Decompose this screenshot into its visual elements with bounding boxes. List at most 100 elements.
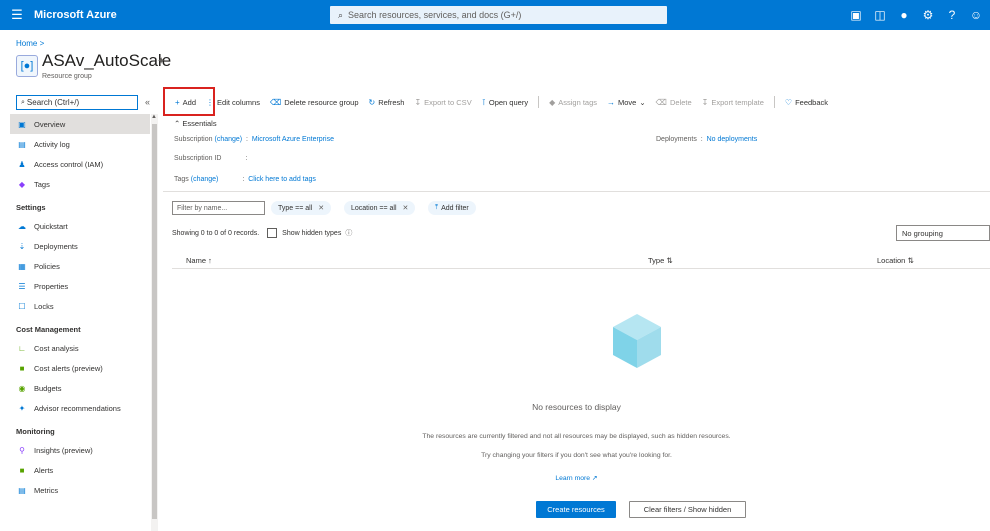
sidebar-header-monitoring: Monitoring	[16, 427, 55, 436]
column-header-type[interactable]: Type ⇅	[648, 252, 673, 268]
subscription-id-row: Subscription ID :	[174, 155, 248, 162]
essentials-toggle[interactable]: ⌃ Essentials	[174, 119, 217, 128]
sidebar-item-iam[interactable]: ♟ Access control (IAM)	[10, 154, 150, 174]
edit-columns-button[interactable]: ⋮ Edit columns	[206, 98, 260, 107]
sidebar-item-insights[interactable]: ⚲ Insights (preview)	[10, 440, 150, 460]
search-icon: ⌕	[21, 98, 25, 106]
sidebar-item-cost-alerts[interactable]: ■ Cost alerts (preview)	[10, 358, 150, 378]
lock-icon: ☐	[18, 301, 26, 311]
refresh-icon: ↻	[368, 97, 376, 107]
iam-icon: ♟	[18, 159, 26, 169]
feedback-icon[interactable]: ☺	[964, 8, 988, 22]
location-filter-pill[interactable]: Location == all ✕	[344, 201, 416, 215]
column-header-location[interactable]: Location ⇅	[877, 252, 914, 268]
move-button[interactable]: → Move ⌄	[607, 98, 646, 107]
sidebar-item-tags[interactable]: ◆ Tags	[10, 174, 150, 194]
hamburger-icon[interactable]: ☰	[0, 7, 34, 23]
sidebar-item-policies[interactable]: ▦ Policies	[10, 256, 150, 276]
plus-icon: +	[175, 97, 180, 107]
records-summary: Showing 0 to 0 of 0 records. Show hidden…	[172, 228, 353, 238]
sidebar-item-overview[interactable]: ▣ Overview	[10, 114, 150, 134]
sidebar-item-advisor[interactable]: ✦ Advisor recommendations	[10, 398, 150, 418]
budgets-icon: ◉	[18, 383, 26, 393]
learn-more-link[interactable]: Learn more	[555, 475, 590, 482]
sidebar-scrollbar-thumb[interactable]	[152, 124, 157, 519]
essentials-divider	[163, 191, 990, 192]
sidebar-item-cost-analysis[interactable]: ∟ Cost analysis	[10, 338, 150, 358]
brand-title[interactable]: Microsoft Azure	[34, 9, 330, 21]
grouping-select[interactable]: No grouping	[896, 225, 990, 241]
show-hidden-checkbox[interactable]	[267, 228, 278, 238]
toolbar-divider	[538, 96, 540, 108]
tags-row: Tags (change) : Click here to add tags	[174, 176, 316, 183]
download-icon: ↧	[701, 97, 709, 107]
empty-line-1: The resources are currently filtered and…	[422, 433, 731, 440]
assign-tags-button[interactable]: ◆ Assign tags	[549, 98, 597, 107]
chevron-up-icon: ⌃	[174, 119, 181, 128]
directory-filter-icon[interactable]: ◫	[868, 8, 892, 22]
filter-by-name-input[interactable]: Filter by name...	[172, 201, 265, 215]
add-filter-button[interactable]: ⤒ Add filter	[428, 201, 476, 215]
settings-icon[interactable]: ⚙	[916, 8, 940, 22]
sidebar-item-activity-log[interactable]: ▤ Activity log	[10, 134, 150, 154]
page-subtitle: Resource group	[42, 73, 92, 80]
query-icon: ⊺	[481, 97, 486, 107]
sort-icon: ⇅	[666, 255, 673, 265]
breadcrumb[interactable]: Home >	[16, 39, 44, 48]
create-resources-button[interactable]: Create resources	[536, 501, 616, 518]
sidebar-item-locks[interactable]: ☐ Locks	[10, 296, 150, 316]
pin-icon[interactable]: ✦	[157, 56, 165, 67]
chevron-down-icon: ⌄	[639, 97, 646, 107]
subscription-change-link[interactable]: (change)	[214, 136, 242, 143]
open-query-button[interactable]: ⊺ Open query	[482, 98, 528, 107]
sidebar-header-settings: Settings	[16, 203, 46, 212]
sidebar-item-metrics[interactable]: ▤ Metrics	[10, 480, 150, 500]
delete-resource-group-button[interactable]: ⌫ Delete resource group	[270, 98, 359, 107]
columns-icon: ⋮	[206, 97, 215, 107]
cloud-shell-icon[interactable]: ▣	[844, 8, 868, 22]
sidebar: ▣ Overview ▤ Activity log ♟ Access control …	[10, 114, 150, 531]
advisor-icon: ✦	[18, 403, 26, 413]
search-icon: ⌕	[338, 9, 344, 20]
close-icon[interactable]: ✕	[403, 204, 409, 212]
export-csv-button[interactable]: ↧ Export to CSV	[414, 98, 471, 107]
column-header-name[interactable]: Name ↑	[186, 252, 212, 268]
close-icon[interactable]: ✕	[318, 204, 324, 212]
type-filter-pill[interactable]: Type == all ✕	[271, 201, 332, 215]
global-search-placeholder: Search resources, services, and docs (G+…	[348, 10, 522, 20]
sort-icon: ↑	[208, 255, 212, 265]
deployments-link[interactable]: No deployments	[707, 136, 758, 143]
sidebar-item-alerts[interactable]: ■ Alerts	[10, 460, 150, 480]
quickstart-icon: ☁	[18, 221, 26, 231]
sidebar-search-input[interactable]: ⌕ Search (Ctrl+/)	[16, 95, 138, 110]
activity-log-icon: ▤	[18, 139, 26, 149]
refresh-button[interactable]: ↻ Refresh	[369, 98, 405, 107]
resource-group-icon: [●]	[16, 55, 38, 77]
scroll-up-icon[interactable]: ▲	[151, 114, 157, 120]
cost-alerts-icon: ■	[19, 363, 25, 373]
download-icon: ↧	[414, 97, 422, 107]
sidebar-item-budgets[interactable]: ◉ Budgets	[10, 378, 150, 398]
notifications-icon[interactable]: ●	[892, 8, 916, 22]
learn-more-row: Learn more ↗	[163, 474, 990, 482]
tag-icon: ◆	[18, 179, 26, 189]
delete-button[interactable]: ⌫ Delete	[656, 98, 692, 107]
sidebar-scrollbar[interactable]: ▲	[151, 114, 158, 531]
arrow-right-icon: →	[607, 97, 616, 107]
top-icons: ▣ ◫ ● ⚙ ? ☺	[844, 0, 988, 30]
sidebar-item-properties[interactable]: ☰ Properties	[10, 276, 150, 296]
subscription-link[interactable]: Microsoft Azure Enterprise	[252, 136, 334, 143]
help-icon[interactable]: ?	[940, 8, 964, 22]
export-template-button[interactable]: ↧ Export template	[702, 98, 764, 107]
collapse-sidebar-button[interactable]: «	[145, 97, 150, 107]
clear-filters-button[interactable]: Clear filters / Show hidden	[629, 501, 746, 518]
tags-change-link[interactable]: (change)	[191, 176, 219, 183]
trash-icon: ⌫	[655, 97, 667, 107]
page-title: ASAv_AutoScale	[42, 51, 172, 70]
global-search-input[interactable]: ⌕ Search resources, services, and docs (…	[330, 6, 667, 24]
sidebar-item-quickstart[interactable]: ☁ Quickstart	[10, 216, 150, 236]
sidebar-item-deployments[interactable]: ⇣ Deployments	[10, 236, 150, 256]
add-tags-link[interactable]: Click here to add tags	[248, 176, 316, 183]
add-button[interactable]: + Add	[175, 98, 196, 107]
feedback-button[interactable]: ♡ Feedback	[785, 98, 828, 107]
